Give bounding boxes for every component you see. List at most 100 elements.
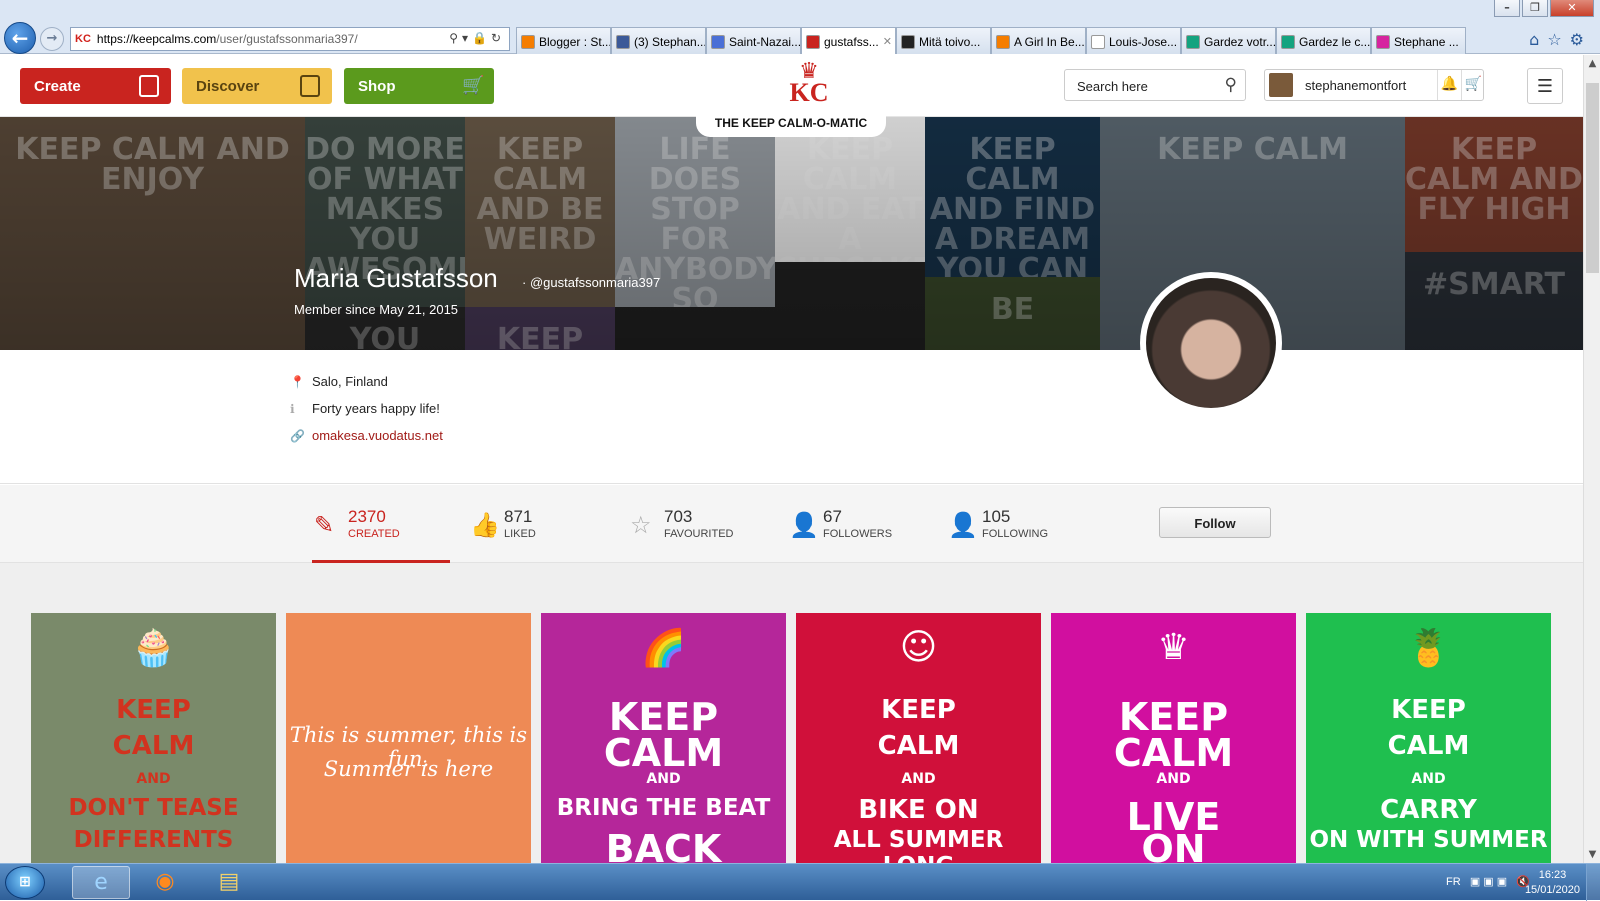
poster-text: AND <box>1156 771 1191 787</box>
browser-tab[interactable]: Stephane ... <box>1371 27 1466 54</box>
language-indicator[interactable]: FR <box>1446 876 1461 888</box>
restore-button[interactable]: ❐ <box>1522 0 1548 17</box>
internet-explorer-icon[interactable]: e <box>72 866 130 899</box>
scroll-up-icon[interactable]: ▲ <box>1584 55 1600 72</box>
browser-tab[interactable]: Gardez le c... <box>1276 27 1371 54</box>
clock[interactable]: 16:23 15/01/2020 <box>1525 868 1580 898</box>
tab-favicon-icon <box>901 35 915 49</box>
clock-time: 16:23 <box>1538 869 1567 881</box>
discover-button[interactable]: Discover <box>182 68 332 104</box>
favourited-label: FAVOURITED <box>664 528 734 540</box>
site-logo[interactable]: ♛ KC <box>724 61 894 106</box>
close-window-button[interactable]: ✕ <box>1550 0 1594 17</box>
liked-count: 871 <box>504 507 533 526</box>
system-tray[interactable]: FR ▣ ▣ ▣ 🔇 <box>1446 875 1530 888</box>
poster-text: CARRY <box>1380 795 1477 825</box>
scroll-thumb[interactable] <box>1586 83 1599 273</box>
followers-count: 67 <box>823 507 842 526</box>
profile-handle: · @gustafssonmaria397 <box>522 275 661 290</box>
poster-card[interactable]: 🌈 KEEP CALM AND BRING THE BEAT BACK <box>541 613 786 863</box>
poster-text: AND <box>1411 771 1446 787</box>
poster-text: DON'T TEASE <box>68 795 239 821</box>
followers-icon: 👤 <box>789 511 819 539</box>
cover-overlay <box>0 117 1583 350</box>
poster-card[interactable]: 🍍 KEEP CALM AND CARRY ON WITH SUMMER <box>1306 613 1551 863</box>
poster-text: BIKE ON <box>858 795 979 825</box>
browser-tab[interactable]: Gardez votr... <box>1181 27 1276 54</box>
poster-card[interactable]: This is summer, this is fun. Summer is he… <box>286 613 531 863</box>
poster-card[interactable]: ☺ KEEP CALM AND BIKE ONALL SUMMER LONG <box>796 613 1041 863</box>
address-actions-icon[interactable]: ⚲▾🔒↻ <box>449 31 505 45</box>
created-label: CREATED <box>348 528 400 540</box>
search-icon[interactable]: ⚲ <box>1225 75 1237 95</box>
tab-label: gustafss... <box>824 35 879 49</box>
tab-label: A Girl In Be... <box>1014 35 1085 49</box>
website-row[interactable]: 🔗 omakesa.vuodatus.net <box>290 428 443 443</box>
poster-text: DIFFERENTS <box>73 827 234 853</box>
handle-text: @gustafssonmaria397 <box>529 275 661 290</box>
browser-tab[interactable]: Blogger : St... <box>516 27 611 54</box>
website-link[interactable]: omakesa.vuodatus.net <box>312 428 443 443</box>
scroll-down-icon[interactable]: ▼ <box>1584 846 1600 863</box>
forward-button[interactable]: → <box>40 27 64 51</box>
following-label: FOLLOWING <box>982 528 1049 540</box>
liked-label: LIKED <box>504 528 536 540</box>
poster-text: Summer is here <box>323 757 494 781</box>
location-pin-icon: 📍 <box>290 375 305 389</box>
tab-favicon-icon <box>1281 35 1295 49</box>
address-bar[interactable]: KC https://keepcalms.com/user/gustafsson… <box>70 27 510 51</box>
discover-icon <box>300 75 320 97</box>
minimize-button[interactable]: – <box>1494 0 1520 17</box>
cart-icon: 🛒 <box>462 75 485 96</box>
site-header: Create Discover Shop 🛒 ♛ KC THE KEEP CALM… <box>0 55 1583 137</box>
poster-text: CALM <box>1113 731 1234 775</box>
tab-favicon-icon <box>996 35 1010 49</box>
create-button[interactable]: Create <box>20 68 171 104</box>
shop-button[interactable]: Shop 🛒 <box>344 68 494 104</box>
poster-text: ON <box>1141 827 1206 863</box>
url-path: /user/gustafssonmaria397/ <box>216 32 358 46</box>
username[interactable]: stephanemontfort <box>1305 78 1406 93</box>
browser-tab[interactable]: gustafss... ✕ <box>801 27 896 54</box>
show-desktop-button[interactable] <box>1586 864 1600 901</box>
link-icon: 🔗 <box>290 429 305 443</box>
follow-button[interactable]: Follow <box>1159 507 1271 538</box>
search-input[interactable]: Search here ⚲ <box>1064 69 1246 101</box>
tab-label: Stephane ... <box>1394 35 1459 49</box>
user-menu[interactable]: stephanemontfort 🔔 🛒 <box>1264 69 1484 101</box>
home-star-gear-icon[interactable]: ⌂☆⚙ <box>1529 30 1592 49</box>
start-button-icon[interactable]: ⊞ <box>5 866 45 899</box>
tab-favicon-icon <box>616 35 630 49</box>
browser-tab[interactable]: Louis-Jose... <box>1086 27 1181 54</box>
create-icon <box>139 75 159 97</box>
poster-card[interactable]: ♛ KEEP CALM AND LIVE ON <box>1051 613 1296 863</box>
tab-favicon-icon <box>711 35 725 49</box>
poster-text: ON WITH SUMMER <box>1309 827 1548 853</box>
browser-tab[interactable]: Saint-Nazai... <box>706 27 801 54</box>
logo-tagline: THE KEEP CALM-O-MATIC <box>696 107 886 137</box>
windows-taskbar: ⊞ e ◉ ▤ FR ▣ ▣ ▣ 🔇 16:23 15/01/2020 <box>0 863 1600 901</box>
bell-icon[interactable]: 🔔 <box>1437 70 1461 100</box>
browser-tab[interactable]: (3) Stephan... <box>611 27 706 54</box>
hamburger-menu-icon[interactable]: ☰ <box>1527 68 1563 104</box>
tab-label: Saint-Nazai... <box>729 35 801 49</box>
user-avatar[interactable] <box>1269 73 1293 97</box>
file-explorer-icon[interactable]: ▤ <box>200 866 258 899</box>
url-host: https://keepcalms.com <box>96 32 217 46</box>
poster-text: ALL SUMMER LONG <box>833 827 1004 863</box>
profile-about: 📍 Salo, Finland ℹ Forty years happy life! … <box>0 350 1583 484</box>
tab-close-icon[interactable]: ✕ <box>883 35 892 54</box>
discover-label: Discover <box>196 78 260 95</box>
cart-icon[interactable]: 🛒 <box>1461 70 1485 100</box>
back-button[interactable]: ← <box>4 22 36 54</box>
profile-name: Maria Gustafsson <box>294 263 498 293</box>
rainbow-icon: 🌈 <box>641 628 686 669</box>
browser-chrome: – ❐ ✕ ← → KC https://keepcalms.com/user/… <box>0 0 1600 54</box>
browser-tab[interactable]: A Girl In Be... <box>991 27 1086 54</box>
vertical-scrollbar[interactable]: ▲ ▼ <box>1583 55 1600 863</box>
poster-card[interactable]: 🧁 KEEP CALM AND DON'T TEASE DIFFERENTS <box>31 613 276 863</box>
browser-tab[interactable]: Mitä toivo... <box>896 27 991 54</box>
following-count: 105 <box>982 507 1011 526</box>
firefox-icon[interactable]: ◉ <box>136 866 194 899</box>
crown-icon: ♛ <box>1157 627 1190 668</box>
